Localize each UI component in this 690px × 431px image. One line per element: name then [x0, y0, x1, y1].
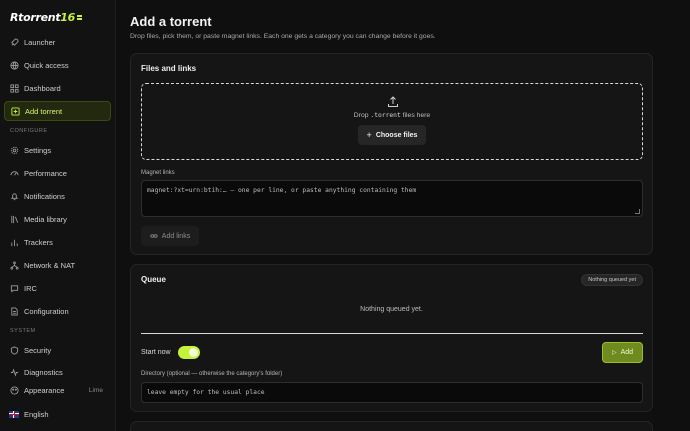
shield-icon [9, 345, 19, 355]
grid-icon [9, 83, 19, 93]
sidebar-item-label: Trackers [24, 237, 53, 247]
sidebar-item-label: Launcher [24, 37, 56, 47]
files-and-links-card: Files and links Drop .torrent files here… [130, 53, 653, 255]
palette-icon [9, 385, 19, 395]
sidebar-item-security[interactable]: Security [4, 340, 111, 360]
uk-flag-icon [9, 410, 19, 418]
sidebar-item-label: Security [24, 345, 52, 355]
document-icon [9, 306, 19, 316]
choose-files-button[interactable]: + Choose files [358, 125, 426, 145]
next-card [130, 421, 653, 431]
start-now-label: Start now [141, 349, 171, 356]
drop-prefix: Drop [353, 112, 371, 119]
pulse-icon [9, 367, 19, 377]
magnet-placeholder: magnet:?xt=urn:btih:… — one per line, or… [147, 187, 417, 194]
queue-status-badge: Nothing queued yet [581, 274, 643, 286]
sidebar-item-launcher[interactable]: Launcher [4, 32, 111, 52]
sidebar-item-label: Media library [24, 214, 67, 224]
queue-card: Queue Nothing queued yet Nothing queued … [130, 264, 653, 412]
logo-name: Rtorrent [10, 10, 61, 24]
rocket-icon [9, 37, 19, 47]
sidebar-item-label: Performance [24, 168, 67, 178]
magnet-links-textarea[interactable]: magnet:?xt=urn:btih:… — one per line, or… [141, 180, 643, 217]
sidebar-item-settings[interactable]: Settings [4, 140, 111, 160]
sidebar-item-label: Quick access [24, 60, 69, 70]
page-title: Add a torrent [130, 14, 212, 29]
sidebar-item-configuration[interactable]: Configuration [4, 301, 111, 321]
section-label-configure: CONFIGURE [10, 128, 48, 134]
choose-files-label: Choose files [375, 131, 418, 139]
resize-handle-icon[interactable] [635, 209, 640, 214]
sidebar-item-quick-access[interactable]: Quick access [4, 55, 111, 75]
upload-icon [387, 95, 399, 107]
logo-version: 16 [60, 10, 76, 24]
sidebar-item-trackers[interactable]: Trackers [4, 232, 111, 252]
sidebar: Rtorrent 16 Launcher Quick access Dashboa… [0, 0, 116, 431]
sidebar-item-media-library[interactable]: Media library [4, 209, 111, 229]
add-label: Add [620, 349, 634, 356]
directory-placeholder: leave empty for the usual place [147, 389, 265, 396]
plus-square-icon [10, 106, 20, 116]
sidebar-item-label: Notifications [24, 191, 65, 201]
sidebar-item-label: Diagnostics [24, 367, 63, 377]
sidebar-item-diagnostics[interactable]: Diagnostics [4, 362, 111, 382]
sidebar-item-label: Configuration [24, 306, 69, 316]
bell-icon [9, 191, 19, 201]
sidebar-item-label: Settings [24, 145, 52, 155]
queue-empty-message: Nothing queued yet. [360, 306, 423, 313]
sidebar-item-label: Dashboard [24, 83, 61, 93]
sidebar-item-irc[interactable]: IRC [4, 278, 111, 298]
toggle-knob [189, 348, 198, 357]
sidebar-item-notifications[interactable]: Notifications [4, 186, 111, 206]
app-logo[interactable]: Rtorrent 16 [10, 10, 83, 24]
drop-hint: Drop .torrent files here [142, 112, 642, 119]
globe-icon [9, 60, 19, 70]
drop-zone[interactable]: Drop .torrent files here + Choose files [141, 83, 643, 160]
play-icon: ▷ [611, 350, 617, 356]
section-label-system: SYSTEM [10, 328, 36, 334]
drop-extension: .torrent [370, 112, 401, 119]
add-links-button[interactable]: Add links [141, 226, 199, 246]
sidebar-item-performance[interactable]: Performance [4, 163, 111, 183]
sidebar-item-network[interactable]: Network & NAT [4, 255, 111, 275]
chat-icon [9, 283, 19, 293]
card-title: Queue [141, 275, 166, 284]
magnet-links-label: Magnet links [141, 170, 175, 176]
directory-label: Directory (optional — otherwise the cate… [141, 371, 283, 377]
language-label: English [24, 409, 49, 419]
main-content: Add a torrent Drop files, pick them, or … [116, 0, 690, 431]
language-selector[interactable]: English [4, 404, 111, 424]
sidebar-item-label: Network & NAT [24, 260, 76, 270]
library-icon [9, 214, 19, 224]
drop-suffix: files here [400, 112, 431, 119]
appearance-label: Appearance [24, 385, 65, 395]
appearance-value: Lime [88, 386, 103, 394]
start-now-toggle[interactable] [178, 346, 200, 359]
app-window: Rtorrent 16 Launcher Quick access Dashboa… [0, 0, 690, 431]
gear-icon [9, 145, 19, 155]
tracker-icon [9, 237, 19, 247]
logo-mark-icon [77, 14, 83, 21]
add-button[interactable]: ▷ Add [602, 342, 643, 363]
sidebar-item-add-torrent[interactable]: Add torrent [4, 101, 111, 121]
page-subtitle: Drop files, pick them, or paste magnet l… [130, 33, 436, 40]
gauge-icon [9, 168, 19, 178]
directory-input[interactable]: leave empty for the usual place [141, 382, 643, 403]
divider [141, 333, 643, 334]
network-icon [9, 260, 19, 270]
sidebar-item-label: IRC [24, 283, 37, 293]
sidebar-item-label: Add torrent [25, 106, 63, 116]
sidebar-item-dashboard[interactable]: Dashboard [4, 78, 111, 98]
card-title: Files and links [141, 64, 197, 73]
add-links-label: Add links [161, 232, 191, 240]
plus-icon: + [366, 130, 372, 140]
appearance-selector[interactable]: Appearance Lime [4, 380, 111, 400]
link-icon [150, 234, 158, 238]
